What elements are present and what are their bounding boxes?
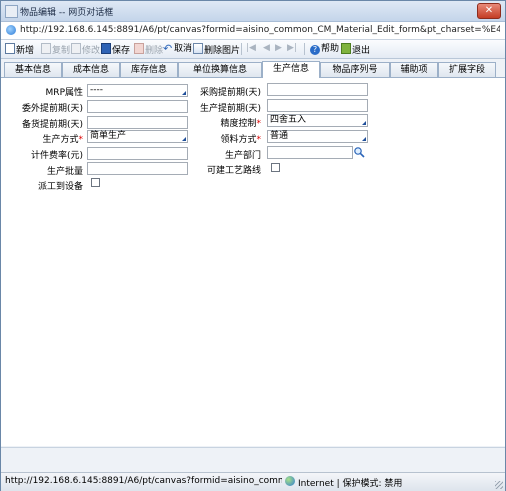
- production-lead-label: 生产提前期(天): [199, 104, 261, 114]
- dialog-window: 物品编辑 -- 网页对话框 ✕ http://192.168.6.145:889…: [0, 0, 506, 491]
- purchase-lead-input[interactable]: [267, 83, 368, 96]
- delete-icon: [134, 43, 144, 54]
- prod-dept-label: 生产部门: [224, 151, 261, 161]
- tab-extended-fields[interactable]: 扩展字段: [438, 62, 496, 77]
- delete-image-button[interactable]: 删除图片: [193, 43, 240, 56]
- mrp-label: MRP属性: [45, 88, 83, 98]
- tab-serial-number[interactable]: 物品序列号: [320, 62, 390, 77]
- cancel-button[interactable]: ↶ 取消: [163, 43, 192, 56]
- mrp-select[interactable]: ----: [87, 84, 188, 97]
- purchase-lead-label: 采购提前期(天): [199, 88, 261, 98]
- search-lookup-icon[interactable]: [353, 146, 365, 158]
- pick-method-label: 领料方式*: [220, 135, 262, 145]
- routing-label: 可建工艺路线: [206, 166, 261, 176]
- edit-button[interactable]: 修改: [71, 43, 100, 56]
- toolbar: 新增 复制 修改 保存 删除 ↶ 取消 删除图片 |◀ ◀ ▶ ▶| ? 帮助 退出: [1, 40, 505, 59]
- security-zone: Internet | 保护模式: 禁用: [298, 479, 403, 489]
- toolbar-separator: [304, 43, 305, 55]
- first-record-icon[interactable]: |◀: [246, 43, 256, 53]
- delete-button[interactable]: 删除: [134, 43, 163, 56]
- required-mark: *: [256, 135, 262, 145]
- copy-icon: [41, 43, 51, 54]
- status-url: http://192.168.6.145:8891/A6/pt/canvas?f…: [5, 476, 282, 486]
- prod-batch-label: 生产批量: [46, 167, 83, 177]
- exit-icon: [341, 43, 351, 54]
- exit-button[interactable]: 退出: [341, 43, 370, 56]
- tab-basic-info[interactable]: 基本信息: [4, 62, 62, 77]
- copy-button[interactable]: 复制: [41, 43, 70, 56]
- prod-batch-input[interactable]: [87, 162, 188, 175]
- precision-label: 精度控制*: [220, 119, 262, 129]
- dispatch-label: 派工到设备: [37, 182, 83, 192]
- status-bar: http://192.168.6.145:8891/A6/pt/canvas?f…: [1, 472, 505, 491]
- routing-checkbox[interactable]: [271, 163, 280, 172]
- new-button[interactable]: 新增: [5, 43, 34, 56]
- tab-inventory-info[interactable]: 库存信息: [120, 62, 178, 77]
- last-record-icon[interactable]: ▶|: [287, 43, 297, 53]
- address-bar: http://192.168.6.145:8891/A6/pt/canvas?f…: [1, 22, 505, 40]
- title-bar[interactable]: 物品编辑 -- 网页对话框 ✕: [1, 1, 505, 22]
- precision-select[interactable]: 四舍五入: [267, 114, 368, 127]
- floppy-save-icon: [101, 43, 111, 54]
- pick-method-select[interactable]: 普通: [267, 130, 368, 143]
- required-mark: *: [78, 135, 84, 145]
- tab-unit-conversion[interactable]: 单位换算信息: [178, 62, 262, 77]
- outsource-lead-label: 委外提前期(天): [21, 104, 83, 114]
- edit-icon: [71, 43, 81, 54]
- production-lead-input[interactable]: [267, 99, 368, 112]
- toolbar-separator: [241, 43, 242, 55]
- piece-price-label: 计件费率(元): [30, 151, 83, 161]
- dialog-footer: [1, 447, 505, 473]
- delete-image-icon: [193, 43, 203, 54]
- prev-record-icon[interactable]: ◀: [263, 43, 270, 53]
- prod-dept-input[interactable]: [267, 146, 353, 159]
- stock-lead-label: 备货提前期(天): [21, 120, 83, 130]
- required-mark: *: [256, 119, 262, 129]
- prod-method-label: 生产方式*: [42, 135, 84, 145]
- ie-page-icon: [6, 25, 16, 35]
- save-button[interactable]: 保存: [101, 43, 130, 56]
- window-title: 物品编辑 -- 网页对话框: [20, 8, 114, 18]
- prod-method-select[interactable]: 简单生产: [87, 130, 188, 143]
- tab-strip: 基本信息 成本信息 库存信息 单位换算信息 生产信息 物品序列号 辅助项 扩展字…: [1, 60, 505, 78]
- next-record-icon[interactable]: ▶: [275, 43, 282, 53]
- resize-grip-icon[interactable]: [495, 481, 503, 489]
- address-url: http://192.168.6.145:8891/A6/pt/canvas?f…: [20, 25, 500, 35]
- piece-price-input[interactable]: [87, 147, 188, 160]
- tab-auxiliary[interactable]: 辅助项: [390, 62, 438, 77]
- dispatch-checkbox[interactable]: [91, 178, 100, 187]
- help-button[interactable]: ? 帮助: [310, 43, 339, 56]
- tab-cost-info[interactable]: 成本信息: [62, 62, 120, 77]
- form-panel: MRP属性 ---- 采购提前期(天) 委外提前期(天) 生产提前期(天) 备货…: [1, 78, 505, 446]
- help-icon: ?: [310, 45, 320, 55]
- close-button[interactable]: ✕: [477, 3, 501, 19]
- new-doc-icon: [5, 43, 15, 54]
- tab-production-info[interactable]: 生产信息: [262, 61, 320, 78]
- outsource-lead-input[interactable]: [87, 100, 188, 113]
- stock-lead-input[interactable]: [87, 116, 188, 129]
- undo-arrow-icon: ↶: [163, 42, 173, 55]
- window-icon: [5, 5, 18, 18]
- internet-globe-icon: [285, 476, 295, 486]
